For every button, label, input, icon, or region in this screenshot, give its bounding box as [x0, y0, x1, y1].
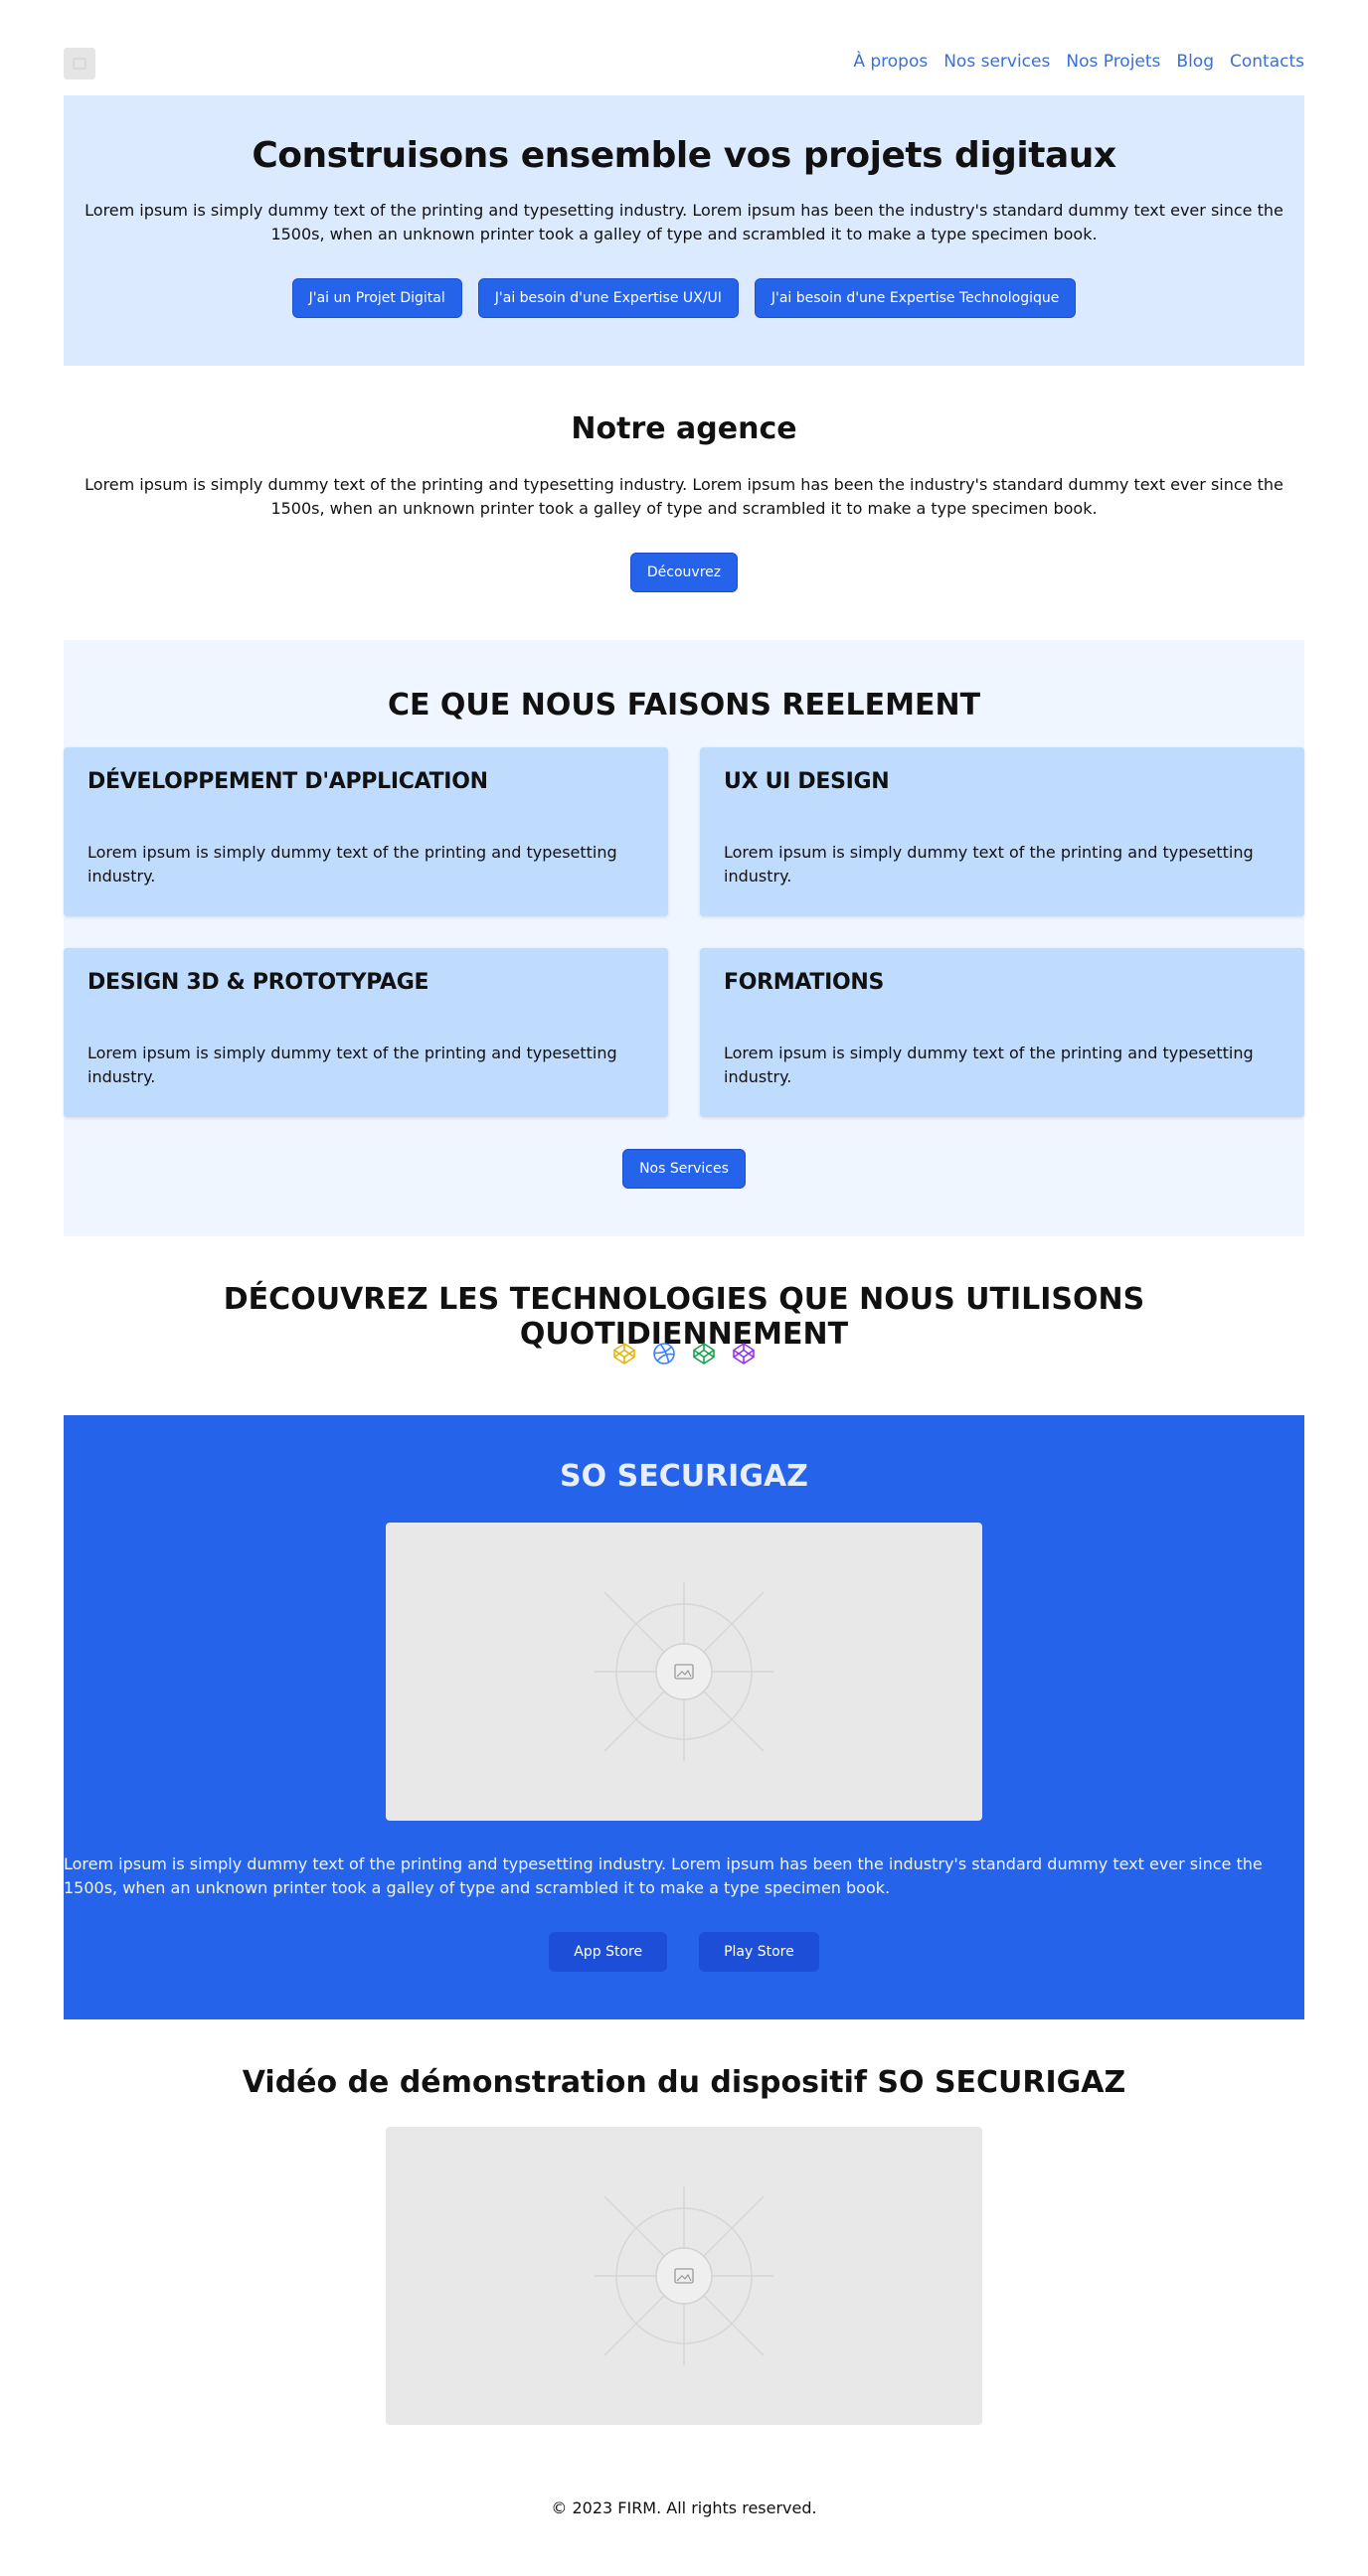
- service-card-training: FORMATIONS Lorem ipsum is simply dummy t…: [700, 948, 1304, 1117]
- digital-project-button[interactable]: J'ai un Projet Digital: [291, 278, 462, 318]
- hero-title: Construisons ensemble vos projets digita…: [252, 135, 1116, 176]
- product-image-placeholder: [386, 1523, 982, 1821]
- store-buttons: App Store Play Store: [64, 1932, 1304, 1972]
- service-card-text: Lorem ipsum is simply dummy text of the …: [87, 1044, 617, 1086]
- app-store-button[interactable]: App Store: [549, 1932, 668, 1972]
- logo-image-icon: [73, 58, 86, 70]
- service-card-text: Lorem ipsum is simply dummy text of the …: [724, 843, 1254, 886]
- image-placeholder-icon: [595, 2186, 773, 2365]
- product-title: SO SECURIGAZ: [560, 1459, 808, 1494]
- discover-button[interactable]: Découvrez: [629, 553, 739, 592]
- service-card-app-dev: DÉVELOPPEMENT D'APPLICATION Lorem ipsum …: [64, 747, 668, 916]
- product-text: Lorem ipsum is simply dummy text of the …: [64, 1854, 1263, 1897]
- nav-link-contacts[interactable]: Contacts: [1230, 52, 1304, 72]
- ux-ui-expertise-button[interactable]: J'ai besoin d'une Expertise UX/UI: [477, 278, 739, 318]
- nav-link-nos-services[interactable]: Nos services: [943, 52, 1050, 72]
- service-card-title: UX UI DESIGN: [724, 769, 890, 794]
- service-card-title: FORMATIONS: [724, 970, 885, 995]
- hero-buttons: J'ai un Projet Digital J'ai besoin d'une…: [64, 278, 1304, 318]
- services-buttons: Nos Services: [64, 1149, 1304, 1189]
- service-card-ux-ui: UX UI DESIGN Lorem ipsum is simply dummy…: [700, 747, 1304, 916]
- nav-link-blog[interactable]: Blog: [1176, 52, 1214, 72]
- our-services-button[interactable]: Nos Services: [622, 1149, 746, 1189]
- codepen-icon: [732, 1342, 756, 1366]
- agency-section: Notre agence Lorem ipsum is simply dummy…: [64, 366, 1304, 640]
- play-store-button[interactable]: Play Store: [699, 1932, 819, 1972]
- main-nav: À propos Nos services Nos Projets Blog C…: [853, 52, 1304, 72]
- codepen-icon: [692, 1342, 716, 1366]
- logo[interactable]: [64, 48, 95, 80]
- technologies-section: DÉCOUVREZ LES TECHNOLOGIES QUE NOUS UTIL…: [64, 1236, 1304, 1415]
- technology-icons: [64, 1342, 1304, 1366]
- demo-video-section: Vidéo de démonstration du dispositif SO …: [64, 2019, 1304, 2429]
- footer: © 2023 FIRM. All rights reserved.: [64, 2429, 1304, 2576]
- copyright-text: © 2023 FIRM. All rights reserved.: [551, 2498, 817, 2517]
- agency-text: Lorem ipsum is simply dummy text of the …: [85, 475, 1283, 518]
- nav-link-nos-projets[interactable]: Nos Projets: [1066, 52, 1160, 72]
- agency-buttons: Découvrez: [64, 553, 1304, 592]
- dribbble-icon: [652, 1342, 676, 1366]
- codepen-icon: [612, 1342, 636, 1366]
- service-card-title: DÉVELOPPEMENT D'APPLICATION: [87, 769, 488, 794]
- service-card-text: Lorem ipsum is simply dummy text of the …: [87, 843, 617, 886]
- product-section: SO SECURIGAZ Lorem ipsum is simply dummy…: [64, 1415, 1304, 2019]
- services-title: CE QUE NOUS FAISONS REELEMENT: [387, 688, 981, 723]
- nav-link-a-propos[interactable]: À propos: [853, 52, 928, 72]
- service-card-3d-design: DESIGN 3D & PROTOTYPAGE Lorem ipsum is s…: [64, 948, 668, 1117]
- hero-text: Lorem ipsum is simply dummy text of the …: [85, 201, 1283, 243]
- services-section: CE QUE NOUS FAISONS REELEMENT DÉVELOPPEM…: [64, 640, 1304, 1236]
- hero-section: Construisons ensemble vos projets digita…: [64, 95, 1304, 366]
- service-card-text: Lorem ipsum is simply dummy text of the …: [724, 1044, 1254, 1086]
- image-placeholder-icon: [595, 1582, 773, 1761]
- tech-expertise-button[interactable]: J'ai besoin d'une Expertise Technologiqu…: [754, 278, 1077, 318]
- demo-video-title: Vidéo de démonstration du dispositif SO …: [242, 2065, 1126, 2100]
- service-card-title: DESIGN 3D & PROTOTYPAGE: [87, 970, 429, 995]
- agency-title: Notre agence: [571, 411, 797, 446]
- video-placeholder[interactable]: [386, 2127, 982, 2425]
